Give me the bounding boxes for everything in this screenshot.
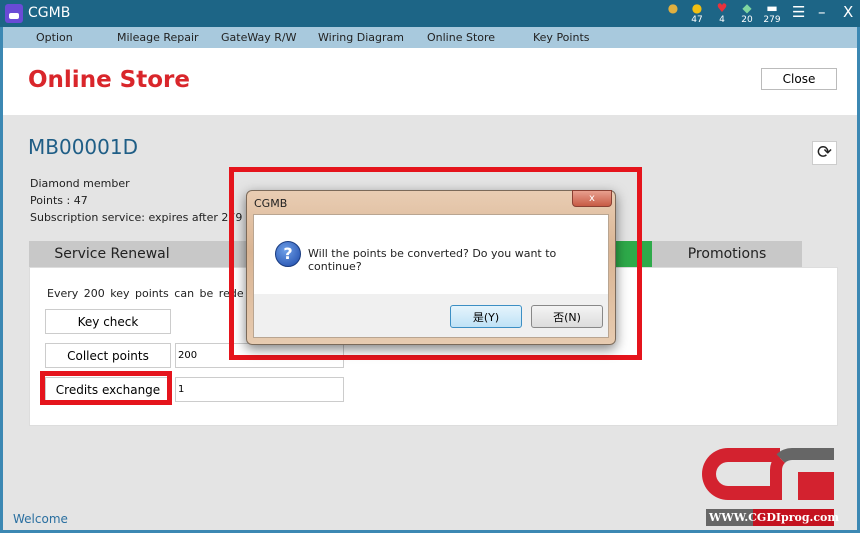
- title-bar: CGMB ● ● 47 ♥ 4 ◆ 20 ▬ 279 ☰ – X: [0, 0, 860, 27]
- logo-c-shape: [702, 448, 780, 500]
- highlight-box: [40, 371, 172, 405]
- dialog-message-area: ? Will the points be converted? Do you w…: [254, 215, 608, 294]
- tab-service-renewal[interactable]: Service Renewal: [29, 241, 195, 267]
- device-id: MB00001D: [28, 135, 138, 159]
- confirm-dialog: CGMB x ? Will the points be converted? D…: [246, 190, 616, 345]
- dialog-close-button[interactable]: x: [572, 190, 612, 207]
- menu-gateway-rw[interactable]: GateWay R/W: [221, 31, 297, 44]
- app-logo-icon: [5, 4, 23, 23]
- key-check-button[interactable]: Key check: [45, 309, 171, 334]
- ruby-icon: ♥: [716, 1, 728, 15]
- medal-icon: ●: [667, 1, 679, 15]
- app-title: CGMB: [28, 5, 71, 21]
- subscription-status: Subscription service: expires after 279 …: [30, 211, 260, 224]
- redeem-note: Every 200 key points can be rede: [47, 287, 244, 300]
- refresh-icon[interactable]: ⟳: [812, 141, 837, 165]
- ruby-stat: ♥ 4: [712, 1, 732, 26]
- coin-icon: ●: [691, 1, 703, 15]
- logo-g-bar: [798, 472, 834, 500]
- tab-promotions[interactable]: Promotions: [652, 241, 802, 267]
- credits-exchange-input[interactable]: [175, 377, 344, 402]
- collect-points-button[interactable]: Collect points: [45, 343, 171, 368]
- coin-stat: ● 47: [687, 1, 707, 26]
- menu-wiring-diagram[interactable]: Wiring Diagram: [318, 31, 404, 44]
- status-text: Welcome: [13, 512, 68, 526]
- sim-card-icon: ▬: [766, 1, 778, 15]
- minimize-button[interactable]: –: [818, 3, 826, 21]
- page-header: Online Store Close: [3, 48, 857, 115]
- no-button[interactable]: 否(N): [531, 305, 603, 328]
- menu-key-points[interactable]: Key Points: [533, 31, 589, 44]
- page-title: Online Store: [28, 67, 190, 93]
- menu-mileage-repair[interactable]: Mileage Repair: [117, 31, 199, 44]
- close-button[interactable]: Close: [761, 68, 837, 90]
- diamond-stat: ◆ 20: [737, 1, 757, 26]
- member-level: Diamond member: [30, 177, 130, 190]
- points-count: Points : 47: [30, 194, 88, 207]
- yes-button[interactable]: 是(Y): [450, 305, 522, 328]
- menu-option[interactable]: Option: [36, 31, 73, 44]
- sim-stat: ▬ 279: [763, 1, 781, 26]
- menu-online-store[interactable]: Online Store: [427, 31, 495, 44]
- window-close-button[interactable]: X: [843, 3, 853, 21]
- diamond-icon: ◆: [742, 1, 752, 15]
- question-icon: ?: [275, 241, 301, 267]
- dialog-body: ? Will the points be converted? Do you w…: [253, 214, 609, 338]
- logo-text: WWW.CGDIprog.com: [706, 509, 839, 526]
- hamburger-menu-icon[interactable]: ☰: [792, 3, 805, 21]
- dialog-message: Will the points be converted? Do you wan…: [308, 247, 557, 273]
- menu-bar: Option Mileage Repair GateWay R/W Wiring…: [3, 27, 857, 48]
- dialog-title: CGMB: [254, 197, 288, 210]
